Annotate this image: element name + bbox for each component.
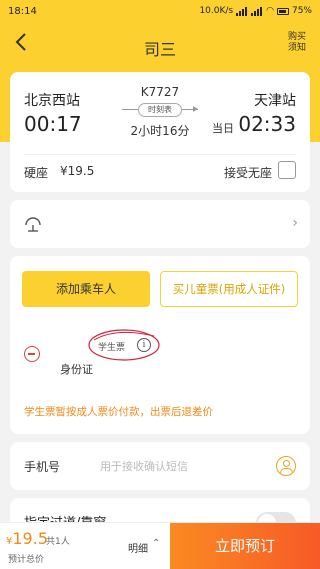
price-detail-button[interactable]: 明细 xyxy=(128,540,148,555)
book-now-button[interactable]: 立即预订 xyxy=(170,523,320,569)
signal-icon-2 xyxy=(251,6,263,16)
umbrella-icon xyxy=(25,217,41,232)
phone-row: 手机号 xyxy=(10,442,310,490)
ticket-type-tag: 学生票 xyxy=(98,343,126,353)
signal-icon xyxy=(236,6,248,16)
accept-standing-checkbox[interactable] xyxy=(278,161,296,179)
id-type-label: 身份证 xyxy=(60,363,93,376)
total-label: 预计总价 xyxy=(8,555,45,565)
arrival-day: 当日 xyxy=(212,122,234,135)
accept-standing-label: 接受无座 xyxy=(223,166,272,180)
wifi-icon: ◠ xyxy=(266,6,274,16)
add-child-ticket-button[interactable]: 买儿童票(用成人证件) xyxy=(160,271,298,307)
chevron-right-icon: › xyxy=(292,215,298,231)
contact-icon[interactable] xyxy=(276,456,296,476)
bottom-bar: ¥19.5 共1人 预计总价 明细 ⌃ 立即预订 xyxy=(0,522,320,569)
passenger-count: 共1人 xyxy=(46,537,70,547)
price-value: 19.5 xyxy=(12,529,48,548)
phone-input[interactable] xyxy=(100,452,270,480)
battery-icon xyxy=(276,7,289,15)
total-price: ¥19.5 xyxy=(6,529,48,548)
remove-passenger-icon[interactable] xyxy=(24,346,40,362)
to-station: 天津站 xyxy=(254,93,296,109)
page-title: 司三 xyxy=(143,40,176,59)
status-time: 18:14 xyxy=(8,5,37,17)
divider xyxy=(24,154,296,155)
add-passenger-button[interactable]: 添加乘车人 xyxy=(22,271,150,307)
train-info-card: 北京西站 00:17 K7727 时刻表 2小时16分 天津站 当日 02:33… xyxy=(10,72,310,192)
seat-price: ¥19.5 xyxy=(60,164,95,178)
chevron-up-icon: ⌃ xyxy=(152,538,161,549)
insurance-row[interactable]: › xyxy=(10,200,310,248)
phone-label: 手机号 xyxy=(24,460,61,474)
purchase-notice-link[interactable]: 购买须知 xyxy=(284,32,310,54)
passenger-card: 添加乘车人 买儿童票(用成人证件) 学生票 i 身份证 学生票暂按成人票价付款，… xyxy=(10,256,310,434)
seat-type: 硬座 xyxy=(24,166,49,180)
status-bar: 18:14 10.0K/s ◠ 75% xyxy=(0,0,320,22)
student-ticket-notice: 学生票暂按成人票价付款，出票后退差价 xyxy=(24,406,213,418)
arrival-time: 02:33 xyxy=(238,112,296,136)
info-icon[interactable]: i xyxy=(137,338,151,352)
timetable-button[interactable]: 时刻表 xyxy=(138,103,182,117)
status-indicators: 10.0K/s ◠ 75% xyxy=(199,6,312,16)
network-speed: 10.0K/s xyxy=(199,6,234,16)
battery-level: 75% xyxy=(291,6,312,16)
